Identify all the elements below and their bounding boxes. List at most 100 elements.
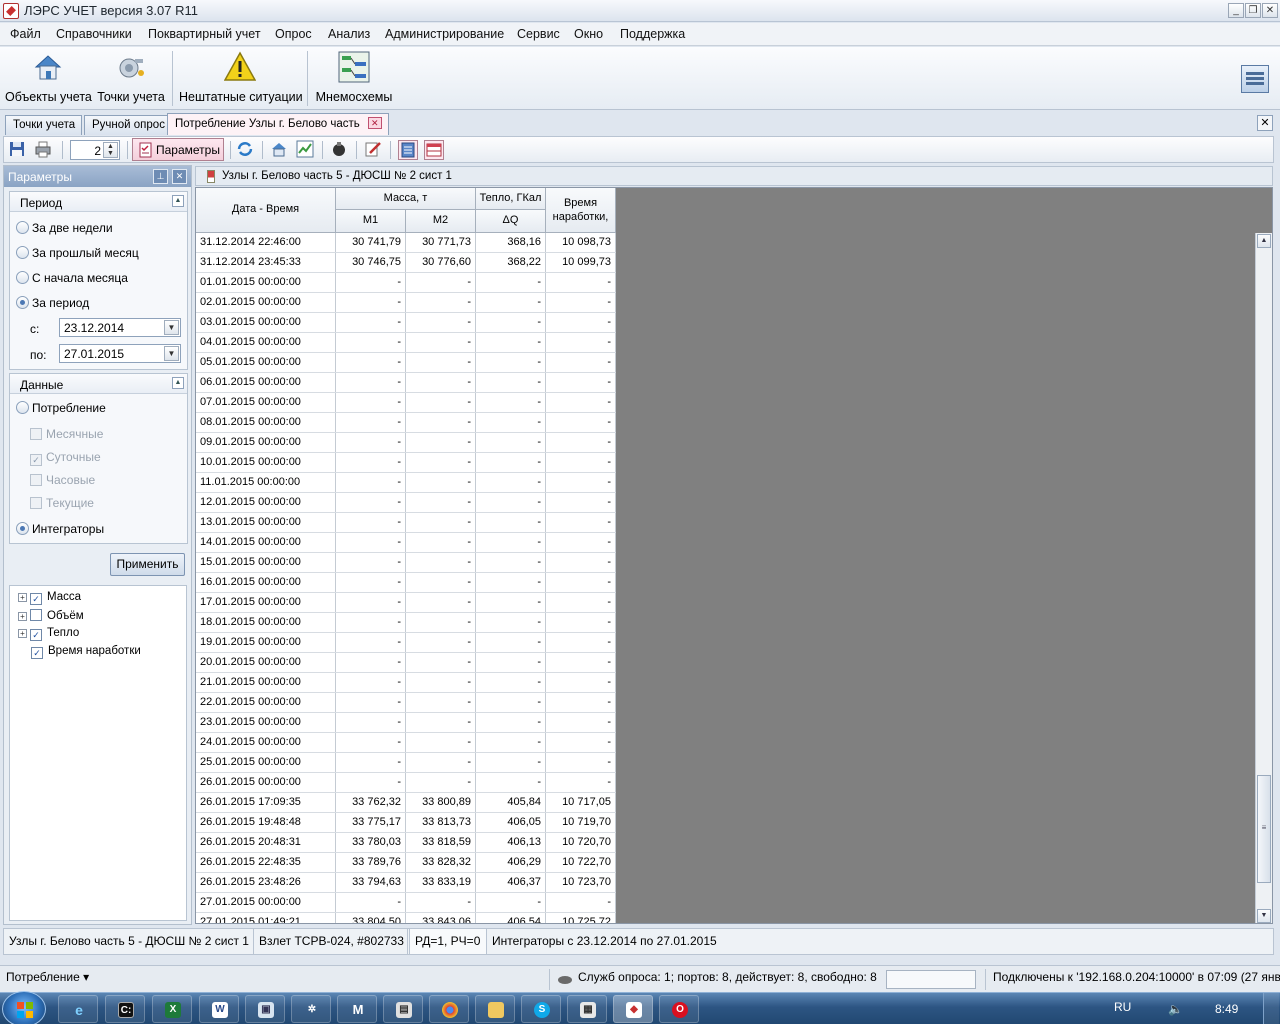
table-row[interactable]: 07.01.2015 00:00:00- - - -	[196, 393, 616, 413]
menu-apartment-accounting[interactable]: Поквартирный учет	[148, 27, 261, 41]
expand-icon[interactable]: +	[18, 629, 27, 638]
taskbar-word-icon[interactable]: W	[199, 995, 239, 1023]
taskbar-window-icon[interactable]: ▤	[383, 995, 423, 1023]
tab-points[interactable]: Точки учета	[5, 115, 83, 135]
table-row[interactable]: 26.01.2015 23:48:26 33 794,63 33 833,19 406…	[196, 873, 616, 893]
table-row[interactable]: 17.01.2015 00:00:00- - - -	[196, 593, 616, 613]
table-row[interactable]: 11.01.2015 00:00:00- - - -	[196, 473, 616, 493]
table-row[interactable]: 05.01.2015 00:00:00- - - -	[196, 353, 616, 373]
taskbar-app-icon[interactable]: ▣	[245, 995, 285, 1023]
export-excel-icon[interactable]	[398, 140, 418, 160]
check-daily[interactable]: ✓ Суточные	[30, 450, 101, 466]
radio-month-start[interactable]: С начала месяца	[16, 271, 128, 285]
radio-consumption[interactable]: Потребление	[16, 401, 106, 415]
check-current[interactable]: Текущие	[30, 496, 94, 510]
menu-support[interactable]: Поддержка	[620, 27, 685, 41]
objects-button[interactable]: Объекты учета	[5, 51, 92, 107]
taskbar-chrome-icon[interactable]	[429, 995, 469, 1023]
checkbox-checked-icon[interactable]: ✓	[30, 593, 42, 605]
table-row[interactable]: 27.01.2015 01:49:21 33 804,50 33 843,06 406…	[196, 913, 616, 923]
table-row[interactable]: 06.01.2015 00:00:00- - - -	[196, 373, 616, 393]
close-document-icon[interactable]: ✕	[1257, 115, 1273, 131]
radio-integrators[interactable]: Интеграторы	[16, 522, 104, 536]
check-hourly[interactable]: Часовые	[30, 473, 95, 487]
tree-node-mass[interactable]: + ✓ Масса	[18, 591, 81, 605]
menu-window[interactable]: Окно	[574, 27, 603, 41]
table-row[interactable]: 12.01.2015 00:00:00- - - -	[196, 493, 616, 513]
mnemo-button[interactable]: Мнемосхемы	[314, 51, 394, 107]
minimize-button[interactable]: _	[1228, 3, 1244, 18]
filter-icon[interactable]	[330, 140, 350, 160]
table-row[interactable]: 20.01.2015 00:00:00- - - -	[196, 653, 616, 673]
refresh-icon[interactable]	[236, 140, 256, 160]
taskbar-network-icon[interactable]: ✲	[291, 995, 331, 1023]
spin-arrows-icon[interactable]: ▲ ▼	[103, 142, 118, 158]
taskbar-excel-icon[interactable]: X	[152, 995, 192, 1023]
table-row[interactable]: 26.01.2015 00:00:00- - - -	[196, 773, 616, 793]
pin-icon[interactable]: ⊥	[153, 169, 168, 184]
chevron-down-icon[interactable]: ▼	[164, 346, 179, 361]
table-row[interactable]: 19.01.2015 00:00:00- - - -	[196, 633, 616, 653]
table-row[interactable]: 08.01.2015 00:00:00- - - -	[196, 413, 616, 433]
table-row[interactable]: 27.01.2015 00:00:00- - - -	[196, 893, 616, 913]
collapse-icon[interactable]: ▲	[172, 377, 184, 389]
checkbox-icon[interactable]	[30, 609, 42, 621]
menu-analysis[interactable]: Анализ	[328, 27, 370, 41]
vertical-scrollbar[interactable]: ▲ ≡ ▼	[1255, 233, 1272, 923]
checkbox-checked-icon[interactable]: ✓	[31, 647, 43, 659]
page-count-stepper[interactable]: 2 ▲ ▼	[70, 140, 120, 160]
collapse-icon[interactable]: ▲	[172, 195, 184, 207]
table-row[interactable]: 31.12.2014 23:45:33 30 746,75 30 776,60 368…	[196, 253, 616, 273]
table-row[interactable]: 15.01.2015 00:00:00- - - -	[196, 553, 616, 573]
radio-last-month[interactable]: За прошлый месяц	[16, 246, 139, 260]
menu-administration[interactable]: Администрирование	[385, 27, 504, 41]
language-indicator[interactable]: RU	[1114, 1000, 1131, 1014]
start-button[interactable]	[2, 991, 46, 1024]
col-datetime[interactable]: Дата - Время	[196, 188, 336, 233]
col-m2[interactable]: М2	[406, 210, 476, 233]
volume-icon[interactable]: 🔈	[1168, 1002, 1183, 1016]
taskbar-explorer-icon[interactable]	[475, 995, 515, 1023]
date-to-field[interactable]: 27.01.2015 ▼	[59, 344, 181, 363]
close-panel-icon[interactable]: ✕	[172, 169, 187, 184]
table-row[interactable]: 26.01.2015 22:48:35 33 789,76 33 828,32 406…	[196, 853, 616, 873]
close-window-button[interactable]: ✕	[1262, 3, 1278, 18]
table-row[interactable]: 25.01.2015 00:00:00- - - -	[196, 753, 616, 773]
tab-consumption[interactable]: Потребление Узлы г. Белово часть ✕	[167, 113, 389, 135]
maximize-button[interactable]: ❐	[1245, 3, 1261, 18]
table-row[interactable]: 09.01.2015 00:00:00- - - -	[196, 433, 616, 453]
table-row[interactable]: 31.12.2014 22:46:00 30 741,79 30 771,73 368…	[196, 233, 616, 253]
radio-period[interactable]: За период	[16, 296, 89, 310]
tab-manual-poll[interactable]: Ручной опрос	[84, 115, 172, 135]
table-row[interactable]: 26.01.2015 17:09:35 33 762,32 33 800,89 405…	[196, 793, 616, 813]
table-row[interactable]: 21.01.2015 00:00:00- - - -	[196, 673, 616, 693]
table-view-icon[interactable]	[424, 140, 444, 160]
col-runtime[interactable]: Время наработки,	[546, 188, 616, 233]
chart-icon[interactable]	[296, 140, 316, 160]
emergency-button[interactable]: Нештатные ситуации	[179, 51, 303, 107]
table-row[interactable]: 26.01.2015 19:48:48 33 775,17 33 813,73 406…	[196, 813, 616, 833]
menu-service[interactable]: Сервис	[517, 27, 560, 41]
mode-dropdown[interactable]: Потребление ▾	[6, 970, 89, 984]
expand-icon[interactable]: +	[18, 593, 27, 602]
table-row[interactable]: 04.01.2015 00:00:00- - - -	[196, 333, 616, 353]
scroll-up-icon[interactable]: ▲	[1257, 234, 1271, 248]
table-row[interactable]: 13.01.2015 00:00:00- - - -	[196, 513, 616, 533]
taskbar-cmd-icon[interactable]: C:	[105, 995, 145, 1023]
check-monthly[interactable]: Месячные	[30, 427, 103, 441]
table-row[interactable]: 18.01.2015 00:00:00- - - -	[196, 613, 616, 633]
table-row[interactable]: 10.01.2015 00:00:00- - - -	[196, 453, 616, 473]
chevron-down-icon[interactable]: ▼	[164, 320, 179, 335]
apply-button[interactable]: Применить	[110, 553, 185, 576]
points-button[interactable]: Точки учета	[96, 51, 166, 107]
col-dq[interactable]: ΔQ	[476, 210, 546, 233]
taskbar-ie-icon[interactable]: e	[58, 995, 98, 1023]
taskbar-app2-icon[interactable]: ▦	[567, 995, 607, 1023]
table-row[interactable]: 23.01.2015 00:00:00- - - -	[196, 713, 616, 733]
taskbar-lers-icon[interactable]: ◆	[613, 995, 653, 1023]
checkbox-checked-icon[interactable]: ✓	[30, 629, 42, 641]
clock[interactable]: 8:49	[1215, 1002, 1238, 1016]
print-icon[interactable]	[34, 140, 54, 160]
table-row[interactable]: 22.01.2015 00:00:00- - - -	[196, 693, 616, 713]
expand-icon[interactable]: +	[18, 612, 27, 621]
